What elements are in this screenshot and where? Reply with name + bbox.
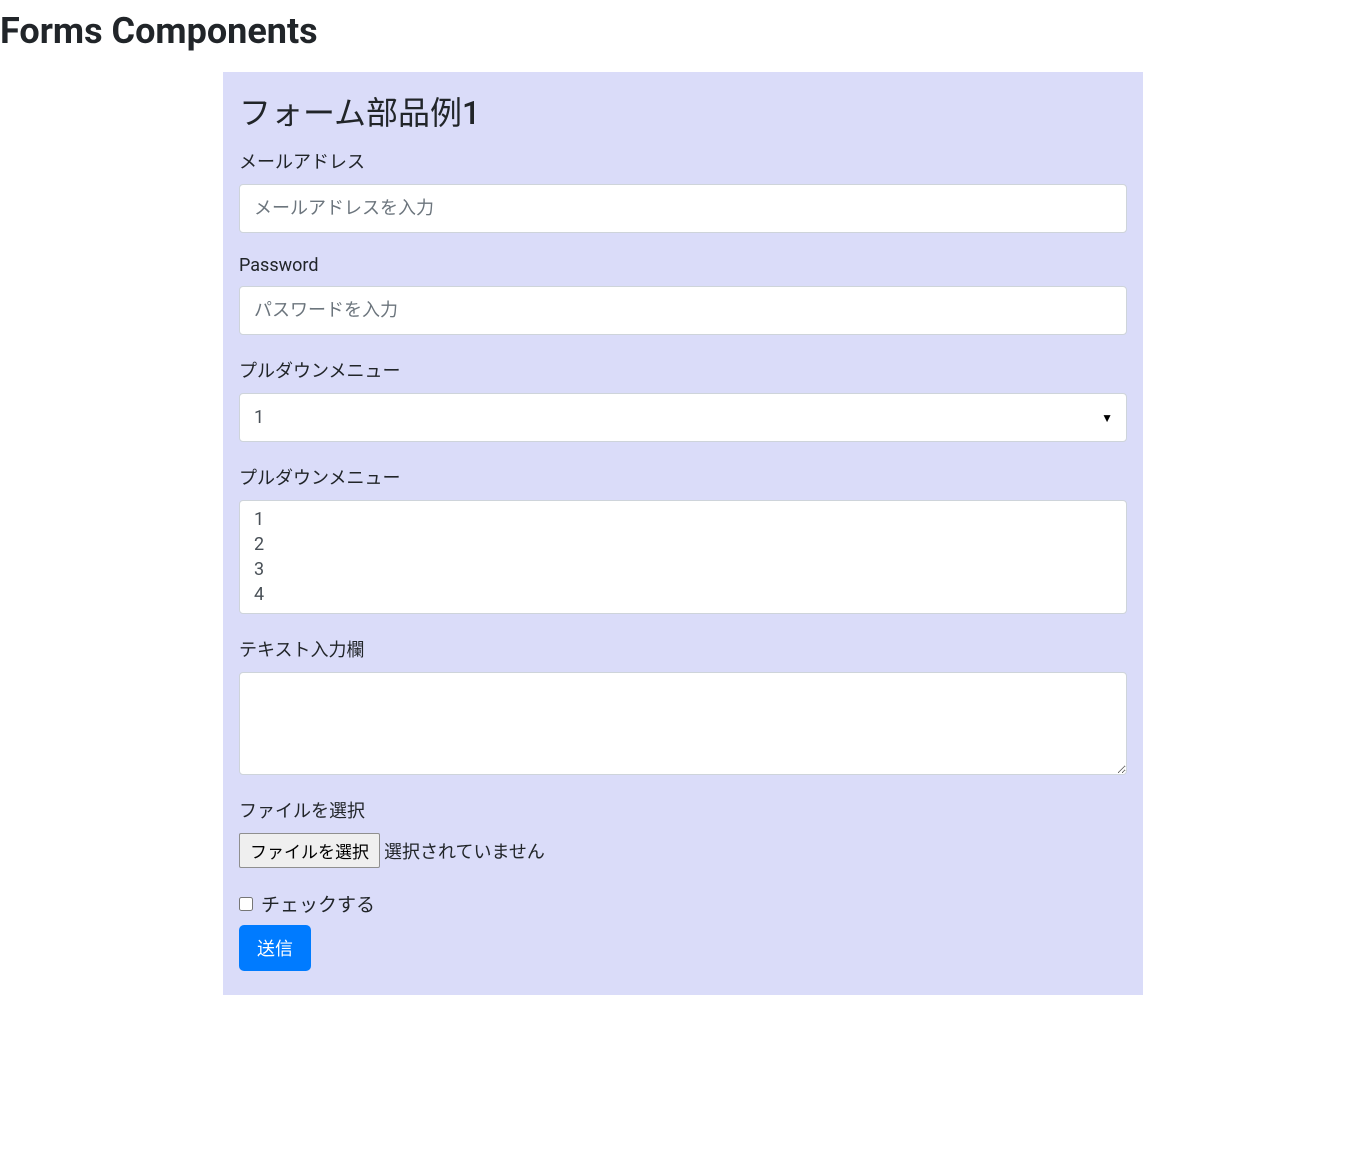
select-single-label: プルダウンメニュー: [239, 357, 1127, 383]
password-label: Password: [239, 255, 1127, 276]
file-group: ファイルを選択 ファイルを選択 選択されていません: [239, 797, 1127, 868]
email-label: メールアドレス: [239, 148, 1127, 174]
password-group: Password: [239, 255, 1127, 335]
select-multiple-group: プルダウンメニュー 1 2 3 4: [239, 464, 1127, 614]
select-multiple-option[interactable]: 1: [240, 507, 1126, 532]
form-container: フォーム部品例1 メールアドレス Password プルダウンメニュー 1 プル…: [223, 72, 1143, 995]
textarea-input[interactable]: [239, 672, 1127, 775]
checkbox-group: チェックする: [239, 890, 1127, 917]
form-header: フォーム部品例1: [239, 88, 1127, 134]
select-multiple-label: プルダウンメニュー: [239, 464, 1127, 490]
email-input[interactable]: [239, 184, 1127, 233]
select-multiple-option[interactable]: 4: [240, 582, 1126, 607]
select-multiple-option[interactable]: 3: [240, 557, 1126, 582]
select-multiple[interactable]: 1 2 3 4: [239, 500, 1127, 614]
file-select-button[interactable]: ファイルを選択: [239, 833, 380, 868]
checkbox-input[interactable]: [239, 897, 253, 911]
page-title: Forms Components: [0, 10, 1366, 52]
textarea-group: テキスト入力欄: [239, 636, 1127, 775]
password-input[interactable]: [239, 286, 1127, 335]
submit-button[interactable]: 送信: [239, 925, 311, 971]
select-multiple-option[interactable]: 2: [240, 532, 1126, 557]
file-label: ファイルを選択: [239, 797, 1127, 823]
textarea-label: テキスト入力欄: [239, 636, 1127, 662]
email-group: メールアドレス: [239, 148, 1127, 233]
checkbox-label: チェックする: [261, 890, 375, 917]
select-single-group: プルダウンメニュー 1: [239, 357, 1127, 442]
file-status-text: 選択されていません: [384, 838, 545, 864]
select-single[interactable]: 1: [239, 393, 1127, 442]
